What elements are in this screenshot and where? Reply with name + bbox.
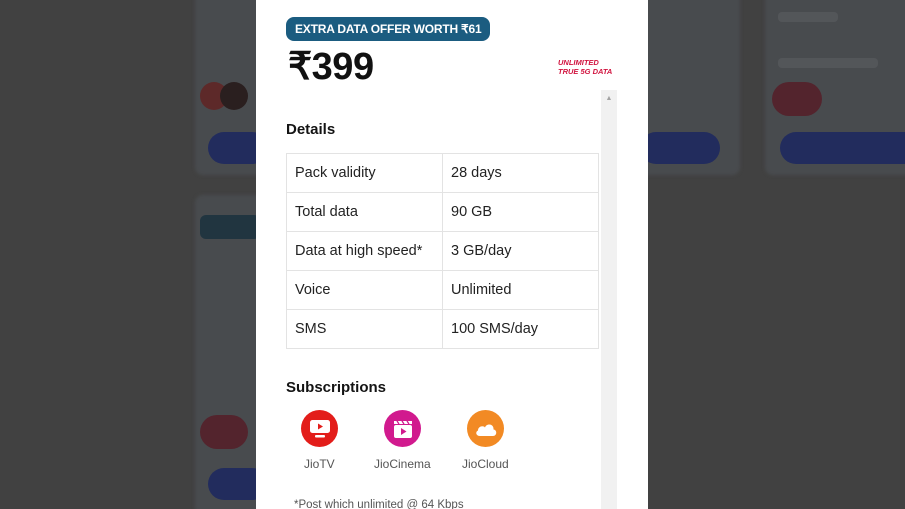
plan-details-modal: EXTRA DATA OFFER WORTH ₹61 ₹399 UNLIMITE… [256,0,648,509]
cloud-icon [467,410,504,447]
subscription-jiocinema[interactable]: JioCinema [371,410,456,471]
detail-label: Pack validity [286,153,443,193]
table-row: Pack validity 28 days [286,153,599,193]
details-heading: Details [286,121,336,138]
detail-value: 100 SMS/day [442,309,599,349]
clapperboard-icon [384,410,421,447]
page: EXTRA DATA OFFER WORTH ₹61 ₹399 UNLIMITE… [0,0,905,509]
detail-label: Voice [286,270,443,310]
table-row: SMS 100 SMS/day [286,309,599,349]
detail-value: Unlimited [442,270,599,310]
offer-badge: EXTRA DATA OFFER WORTH ₹61 [286,17,491,41]
modal-scrollbar[interactable]: ▲ [601,90,617,509]
scroll-up-arrow-icon[interactable]: ▲ [601,90,617,106]
table-row: Data at high speed* 3 GB/day [286,231,599,271]
detail-value: 3 GB/day [442,231,599,271]
jiotv-icon [301,410,338,447]
detail-label: SMS [286,309,443,349]
table-row: Total data 90 GB [286,192,599,232]
subscription-jiotv[interactable]: JioTV [286,410,371,471]
detail-value: 90 GB [442,192,599,232]
details-table: Pack validity 28 days Total data 90 GB D… [286,153,599,349]
true-5g-tag: UNLIMITED TRUE 5G DATA [558,58,613,76]
subscription-label: JioCinema [374,457,431,471]
subscription-label: JioCloud [462,457,509,471]
footnote: *Post which unlimited @ 64 Kbps [294,499,464,509]
modal-scroll-area[interactable]: Details Pack validity 28 days Total data… [256,90,648,509]
subscription-label: JioTV [304,457,335,471]
subscription-jiocloud[interactable]: JioCloud [456,410,541,471]
plan-price: ₹399 [288,46,374,88]
subscriptions-list: JioTV JioCinema JioCloud [286,410,541,471]
true-5g-tag-line2: TRUE 5G DATA [558,66,613,76]
detail-label: Total data [286,192,443,232]
table-row: Voice Unlimited [286,270,599,310]
detail-value: 28 days [442,153,599,193]
subscriptions-heading: Subscriptions [286,379,387,396]
detail-label: Data at high speed* [286,231,443,271]
